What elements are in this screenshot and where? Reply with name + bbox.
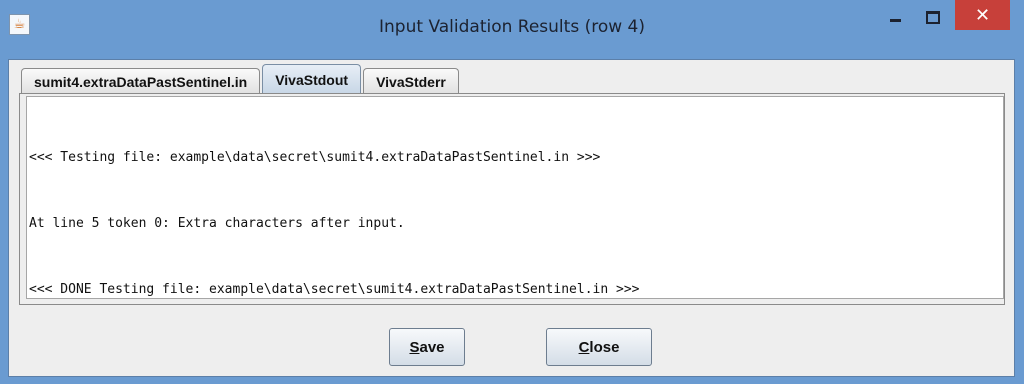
- close-icon: ✕: [974, 4, 991, 26]
- tab-content-panel: <<< Testing file: example\data\secret\su…: [19, 93, 1005, 305]
- window-title: Input Validation Results (row 4): [379, 17, 645, 37]
- maximize-button[interactable]: [918, 2, 948, 32]
- minimize-icon: [889, 18, 901, 22]
- minimize-button[interactable]: [880, 2, 910, 32]
- button-bar: Save Close: [9, 328, 1016, 368]
- output-line: <<< Testing file: example\data\secret\su…: [29, 150, 601, 165]
- tab-viva-stdout[interactable]: VivaStdout: [262, 64, 362, 94]
- close-mnemonic: C: [578, 338, 590, 356]
- maximize-icon: [926, 10, 940, 24]
- save-button[interactable]: Save: [389, 328, 465, 366]
- tab-viva-stderr[interactable]: VivaStderr: [363, 68, 459, 94]
- close-label: lose: [589, 338, 620, 356]
- tab-input-file[interactable]: sumit4.extraDataPastSentinel.in: [21, 68, 261, 94]
- close-button[interactable]: Close: [546, 328, 652, 366]
- output-line: <<< DONE Testing file: example\data\secr…: [29, 282, 640, 297]
- stdout-text-area[interactable]: <<< Testing file: example\data\secret\su…: [26, 96, 1004, 299]
- output-line: At line 5 token 0: Extra characters afte…: [29, 216, 405, 231]
- save-label: ave: [419, 338, 445, 356]
- window-close-button[interactable]: ✕: [955, 0, 1010, 30]
- results-window: ☕ Input Validation Results (row 4) ✕ sum…: [0, 0, 1024, 384]
- tab-strip: sumit4.extraDataPastSentinel.in VivaStdo…: [21, 62, 461, 94]
- dialog-client-area: sumit4.extraDataPastSentinel.in VivaStdo…: [8, 59, 1015, 377]
- title-bar[interactable]: ☕ Input Validation Results (row 4) ✕: [0, 0, 1024, 59]
- save-mnemonic: S: [409, 338, 420, 356]
